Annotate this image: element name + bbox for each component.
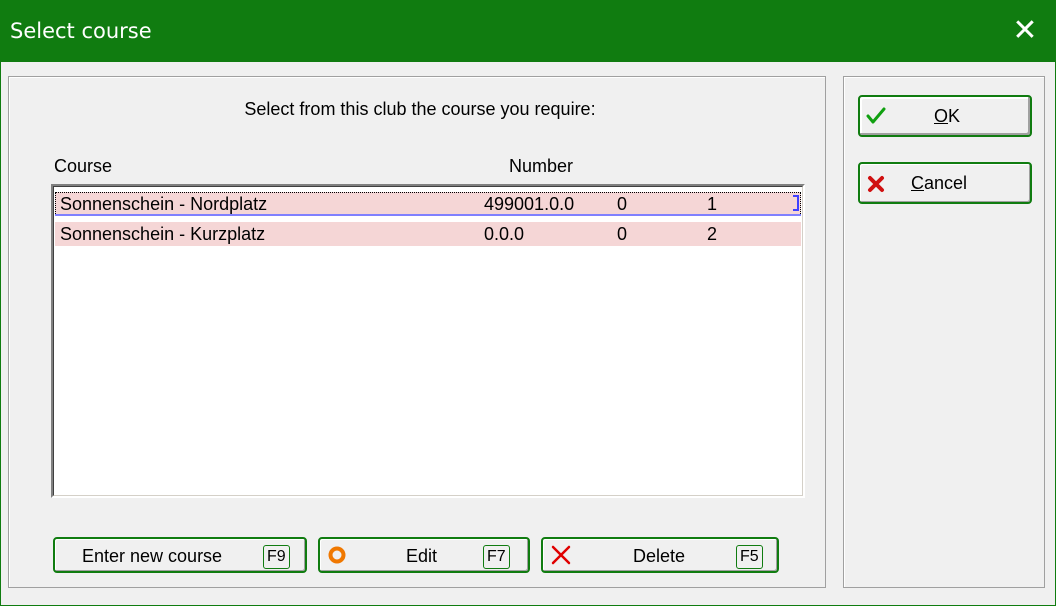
title-bar: Select course ✕ — [0, 0, 1056, 62]
f5-key-badge: F5 — [736, 545, 763, 569]
cancel-button[interactable]: Cancel — [858, 162, 1032, 204]
course-col3: 0 — [617, 224, 628, 244]
action-panel — [843, 76, 1045, 588]
course-col4: 2 — [707, 224, 718, 244]
edit-button[interactable]: Edit F7 — [318, 537, 530, 573]
enter-new-course-button[interactable]: Enter new course F9 — [53, 537, 307, 573]
delete-button[interactable]: Delete F5 — [541, 537, 779, 573]
delete-label: Delete — [633, 546, 686, 566]
column-header-number: Number — [509, 156, 574, 176]
prompt-text: Select from this club the course you req… — [244, 99, 596, 119]
close-button[interactable]: ✕ — [994, 0, 1056, 62]
course-number: 0.0.0 — [484, 224, 525, 244]
ok-label: OK — [934, 106, 961, 126]
list-item[interactable]: Sonnenschein - Nordplatz 499001.0.0 0 1 — [55, 192, 801, 216]
cancel-label: Cancel — [911, 173, 968, 193]
edit-label: Edit — [406, 546, 438, 566]
column-header-course: Course — [54, 156, 113, 176]
ok-button[interactable]: OK — [858, 95, 1032, 137]
course-name: Sonnenschein - Kurzplatz — [60, 224, 266, 244]
enter-new-course-label: Enter new course — [82, 546, 223, 566]
course-col4: 1 — [707, 194, 718, 214]
course-number: 499001.0.0 — [484, 194, 575, 214]
course-col3: 0 — [617, 194, 628, 214]
x-icon — [866, 174, 886, 194]
cross-icon — [550, 544, 572, 566]
window-title: Select course — [10, 19, 152, 43]
list-item[interactable]: Sonnenschein - Kurzplatz 0.0.0 0 2 — [55, 222, 801, 246]
f9-key-badge: F9 — [263, 545, 290, 569]
checkmark-icon — [866, 107, 886, 125]
f7-key-badge: F7 — [483, 545, 510, 569]
course-name: Sonnenschein - Nordplatz — [60, 194, 268, 214]
ring-icon — [328, 546, 346, 564]
course-list[interactable]: Sonnenschein - Nordplatz 499001.0.0 0 1 … — [51, 184, 805, 498]
